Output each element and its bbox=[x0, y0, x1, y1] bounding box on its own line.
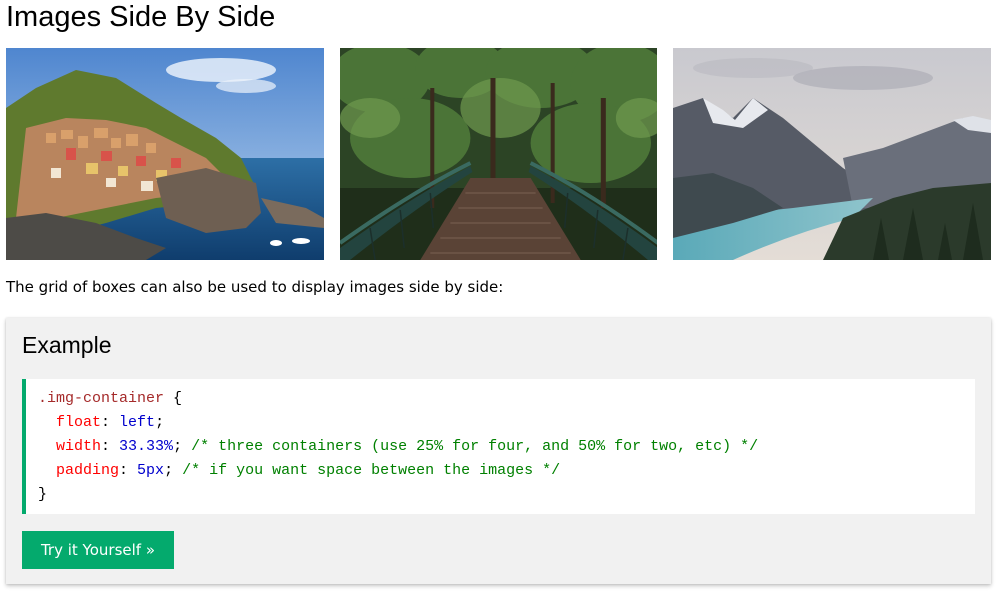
code-line: width: 33.33%; /* three containers (use … bbox=[56, 438, 759, 455]
code-comment: /* if you want space between the images … bbox=[182, 462, 561, 479]
page-title: Images Side By Side bbox=[6, 1, 276, 33]
code-value: 5px bbox=[137, 462, 165, 479]
mountains-lake-image bbox=[673, 48, 991, 260]
code-value: 33.33% bbox=[119, 438, 174, 455]
code-close-brace: } bbox=[38, 486, 48, 503]
code-comment: /* three containers (use 25% for four, a… bbox=[191, 438, 759, 455]
code-line: .img-container { bbox=[38, 387, 975, 411]
code-selector: .img-container bbox=[38, 390, 165, 407]
example-panel: Example .img-container { float: left; wi… bbox=[6, 318, 991, 584]
code-property: width bbox=[56, 438, 102, 455]
code-block: .img-container { float: left; width: 33.… bbox=[22, 379, 975, 514]
intro-text: The grid of boxes can also be used to di… bbox=[6, 278, 504, 296]
code-value: left bbox=[119, 414, 156, 431]
image-row bbox=[6, 48, 991, 260]
try-it-yourself-button[interactable]: Try it Yourself » bbox=[22, 531, 174, 569]
code-property: padding bbox=[56, 462, 120, 479]
forest-bridge-image bbox=[340, 48, 657, 260]
code-line: padding: 5px; /* if you want space betwe… bbox=[56, 462, 561, 479]
example-heading: Example bbox=[22, 332, 112, 358]
code-property: float bbox=[56, 414, 102, 431]
code-open-brace: { bbox=[164, 390, 183, 407]
code-line: float: left; bbox=[56, 414, 165, 431]
cinque-terre-image bbox=[6, 48, 324, 260]
code-line: } bbox=[38, 483, 975, 507]
